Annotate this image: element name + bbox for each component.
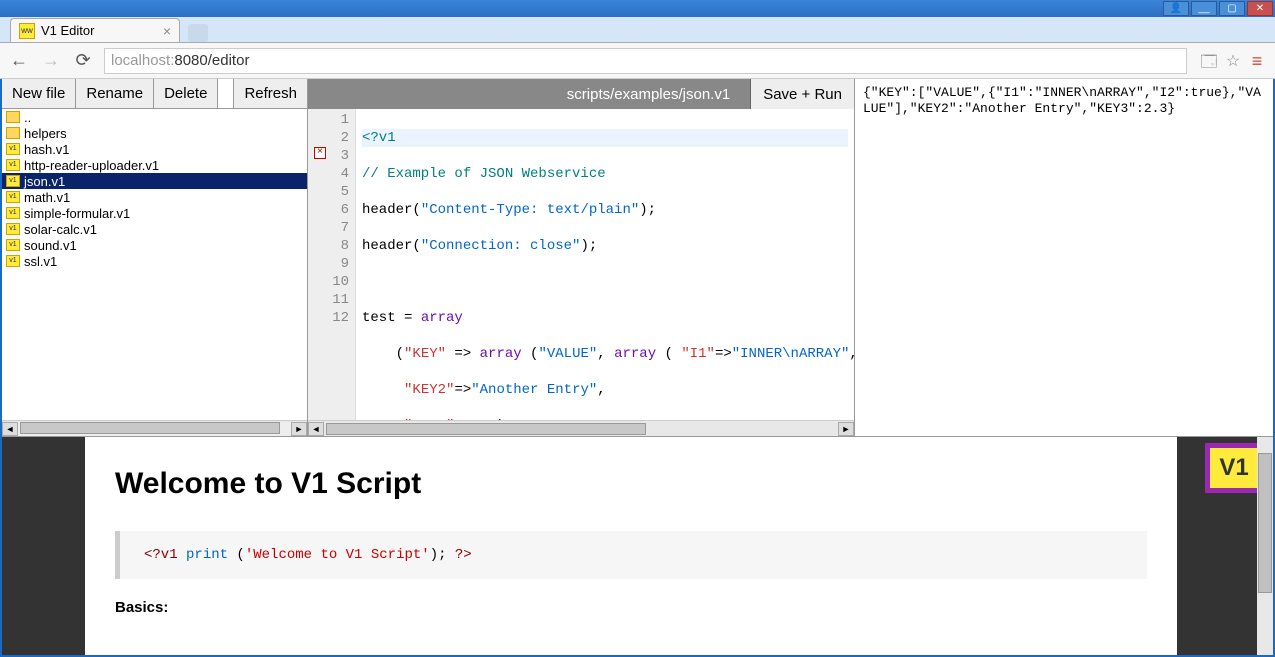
code-panel: scripts/examples/json.v1 Save + Run × 1 … xyxy=(308,79,855,436)
file-name: json.v1 xyxy=(24,174,65,189)
translate-icon[interactable]: 🗔 xyxy=(1199,51,1219,71)
line-gutter: × 1 2 3 4 5 6 7 8 9 10 11 12 xyxy=(308,109,356,420)
new-tab-button[interactable] xyxy=(188,24,208,42)
address-bar[interactable]: localhost:8080/editor xyxy=(104,48,1187,74)
file-path: scripts/examples/json.v1 xyxy=(567,86,730,103)
file-list[interactable]: .. helpers v1 hash.v1 v1 http-reader-uploa… xyxy=(2,109,307,420)
folder-icon xyxy=(6,127,20,139)
reload-button[interactable]: ⟳ xyxy=(72,50,94,72)
parent-dir-item[interactable]: .. xyxy=(2,109,307,125)
save-run-button[interactable]: Save + Run xyxy=(750,79,854,109)
tab-favicon-icon: ww xyxy=(19,23,35,39)
doc-basics-heading: Basics: xyxy=(85,599,1177,616)
file-name: .. xyxy=(24,110,31,125)
list-item[interactable]: v1 json.v1 xyxy=(2,173,307,189)
close-button[interactable]: ✕ xyxy=(1247,1,1273,16)
refresh-button[interactable]: Refresh xyxy=(233,79,307,108)
list-item[interactable]: v1 hash.v1 xyxy=(2,141,307,157)
forward-button: → xyxy=(40,50,62,72)
file-name: simple-formular.v1 xyxy=(24,206,130,221)
file-name: sound.v1 xyxy=(24,238,77,253)
file-name: hash.v1 xyxy=(24,142,70,157)
v1-logo: V1 xyxy=(1205,443,1263,493)
scroll-thumb[interactable] xyxy=(1258,453,1272,593)
user-icon[interactable]: 👤 xyxy=(1163,1,1189,16)
file-name: solar-calc.v1 xyxy=(24,222,97,237)
delete-button[interactable]: Delete xyxy=(154,79,218,108)
output-panel: {"KEY":["VALUE",{"I1":"INNER\nARRAY","I2… xyxy=(855,79,1273,436)
v1-file-icon: v1 xyxy=(6,175,20,187)
file-name: http-reader-uploader.v1 xyxy=(24,158,159,173)
scroll-right-icon[interactable]: ► xyxy=(291,422,307,436)
error-marker-icon[interactable]: × xyxy=(314,147,326,159)
code-header: scripts/examples/json.v1 Save + Run xyxy=(308,79,854,109)
file-name: ssl.v1 xyxy=(24,254,57,269)
doc-vscrollbar[interactable] xyxy=(1257,437,1273,655)
list-item[interactable]: v1 math.v1 xyxy=(2,189,307,205)
v1-file-icon: v1 xyxy=(6,143,20,155)
menu-icon[interactable]: ≡ xyxy=(1247,51,1267,71)
doc-content[interactable]: Welcome to V1 Script <?v1 print ('Welcom… xyxy=(85,437,1177,655)
maximize-button[interactable]: ▢ xyxy=(1219,1,1245,16)
code-text[interactable]: <?v1 // Example of JSON Webservice heade… xyxy=(356,109,854,420)
tab-close-icon[interactable]: × xyxy=(163,23,171,39)
file-panel: New file Rename Delete Refresh .. helper… xyxy=(2,79,308,436)
code-editor[interactable]: × 1 2 3 4 5 6 7 8 9 10 11 12 <?v1 xyxy=(308,109,854,420)
browser-nav-bar: ← → ⟳ localhost:8080/editor 🗔 ☆ ≡ xyxy=(0,43,1275,79)
list-item[interactable]: helpers xyxy=(2,125,307,141)
scroll-thumb[interactable] xyxy=(326,423,646,435)
url-path: 8080/editor xyxy=(174,52,249,69)
scroll-thumb[interactable] xyxy=(20,422,280,434)
list-item[interactable]: v1 solar-calc.v1 xyxy=(2,221,307,237)
doc-code-example: <?v1 print ('Welcome to V1 Script'); ?> xyxy=(115,531,1147,579)
doc-title: Welcome to V1 Script xyxy=(85,467,1177,501)
v1-file-icon: v1 xyxy=(6,159,20,171)
folder-icon xyxy=(6,111,20,123)
browser-tab-strip: ww V1 Editor × xyxy=(0,17,1275,43)
bookmark-star-icon[interactable]: ☆ xyxy=(1223,51,1243,71)
v1-file-icon: v1 xyxy=(6,255,20,267)
window-titlebar: 👤 __ ▢ ✕ xyxy=(0,0,1275,17)
list-item[interactable]: v1 http-reader-uploader.v1 xyxy=(2,157,307,173)
doc-left-margin xyxy=(2,437,85,655)
code-hscrollbar[interactable]: ◄ ► xyxy=(308,420,854,436)
file-name: math.v1 xyxy=(24,190,70,205)
v1-file-icon: v1 xyxy=(6,207,20,219)
v1-file-icon: v1 xyxy=(6,191,20,203)
list-item[interactable]: v1 ssl.v1 xyxy=(2,253,307,269)
v1-file-icon: v1 xyxy=(6,239,20,251)
tab-title: V1 Editor xyxy=(41,23,94,38)
url-host: localhost: xyxy=(111,52,174,69)
new-file-button[interactable]: New file xyxy=(2,79,76,108)
browser-tab[interactable]: ww V1 Editor × xyxy=(10,18,180,42)
v1-file-icon: v1 xyxy=(6,223,20,235)
file-name: helpers xyxy=(24,126,67,141)
doc-frame: Welcome to V1 Script <?v1 print ('Welcom… xyxy=(2,437,1273,655)
back-button[interactable]: ← xyxy=(8,50,30,72)
minimize-button[interactable]: __ xyxy=(1191,1,1217,16)
file-toolbar: New file Rename Delete Refresh xyxy=(2,79,307,109)
scroll-right-icon[interactable]: ► xyxy=(838,422,854,436)
file-hscrollbar[interactable]: ◄ ► xyxy=(2,420,307,436)
list-item[interactable]: v1 simple-formular.v1 xyxy=(2,205,307,221)
scroll-left-icon[interactable]: ◄ xyxy=(308,422,324,436)
list-item[interactable]: v1 sound.v1 xyxy=(2,237,307,253)
scroll-left-icon[interactable]: ◄ xyxy=(2,422,18,436)
rename-button[interactable]: Rename xyxy=(76,79,154,108)
